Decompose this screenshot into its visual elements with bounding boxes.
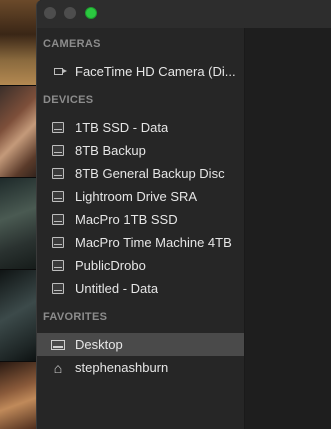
home-icon: ⌂ <box>53 359 63 376</box>
zoom-button[interactable] <box>85 7 97 19</box>
photo-thumbnail <box>0 178 40 270</box>
title-bar[interactable] <box>37 0 331 28</box>
drive-icon <box>50 236 66 250</box>
sidebar-item-label: Desktop <box>75 337 123 352</box>
sidebar-item-device[interactable]: Untitled - Data <box>37 277 244 300</box>
content-pane <box>245 28 331 429</box>
close-button[interactable] <box>44 7 56 19</box>
sidebar-item-device[interactable]: MacPro Time Machine 4TB <box>37 231 244 254</box>
desktop-icon <box>50 338 66 352</box>
drive-icon <box>50 167 66 181</box>
photo-thumbnail <box>0 362 40 429</box>
section-header-favorites: FAVORITES <box>43 311 108 323</box>
sidebar-item-device[interactable]: 8TB Backup <box>37 139 244 162</box>
sidebar: CAMERAS FaceTime HD Camera (Di... DEVICE… <box>37 28 245 429</box>
sidebar-item-home[interactable]: ⌂ stephenashburn <box>37 356 244 379</box>
sidebar-item-device[interactable]: 8TB General Backup Disc <box>37 162 244 185</box>
drive-icon <box>50 282 66 296</box>
photo-thumbnail <box>0 0 40 86</box>
section-header-cameras: CAMERAS <box>43 38 101 50</box>
sidebar-item-label: MacPro 1TB SSD <box>75 212 178 227</box>
camera-icon <box>50 65 67 79</box>
drive-icon <box>50 190 66 204</box>
sidebar-item-device[interactable]: 1TB SSD - Data <box>37 116 244 139</box>
section-header-devices: DEVICES <box>43 94 94 106</box>
sidebar-item-label: FaceTime HD Camera (Di... <box>75 64 236 79</box>
sidebar-item-desktop[interactable]: Desktop <box>37 333 244 356</box>
minimize-button[interactable] <box>64 7 76 19</box>
sidebar-item-label: Lightroom Drive SRA <box>75 189 198 204</box>
drive-icon <box>50 213 66 227</box>
sidebar-item-device[interactable]: MacPro 1TB SSD <box>37 208 244 231</box>
sidebar-item-device[interactable]: Lightroom Drive SRA <box>37 185 244 208</box>
sidebar-item-label: PublicDrobo <box>75 258 146 273</box>
sidebar-item-label: 8TB Backup <box>75 143 146 158</box>
sidebar-item-label: MacPro Time Machine 4TB <box>75 235 232 250</box>
drive-icon <box>50 144 66 158</box>
finder-window: CAMERAS FaceTime HD Camera (Di... DEVICE… <box>36 0 331 429</box>
sidebar-item-device[interactable]: PublicDrobo <box>37 254 244 277</box>
sidebar-item-label: 8TB General Backup Disc <box>75 166 225 181</box>
sidebar-item-label: Untitled - Data <box>75 281 159 296</box>
sidebar-item-label: 1TB SSD - Data <box>75 120 169 135</box>
screen: CAMERAS FaceTime HD Camera (Di... DEVICE… <box>0 0 331 429</box>
drive-icon <box>50 259 66 273</box>
sidebar-item-facetime-camera[interactable]: FaceTime HD Camera (Di... <box>37 60 244 83</box>
background-photo-strip <box>0 0 40 429</box>
photo-thumbnail <box>0 86 40 178</box>
drive-icon <box>50 121 66 135</box>
sidebar-item-label: stephenashburn <box>75 360 169 375</box>
photo-thumbnail <box>0 270 40 362</box>
